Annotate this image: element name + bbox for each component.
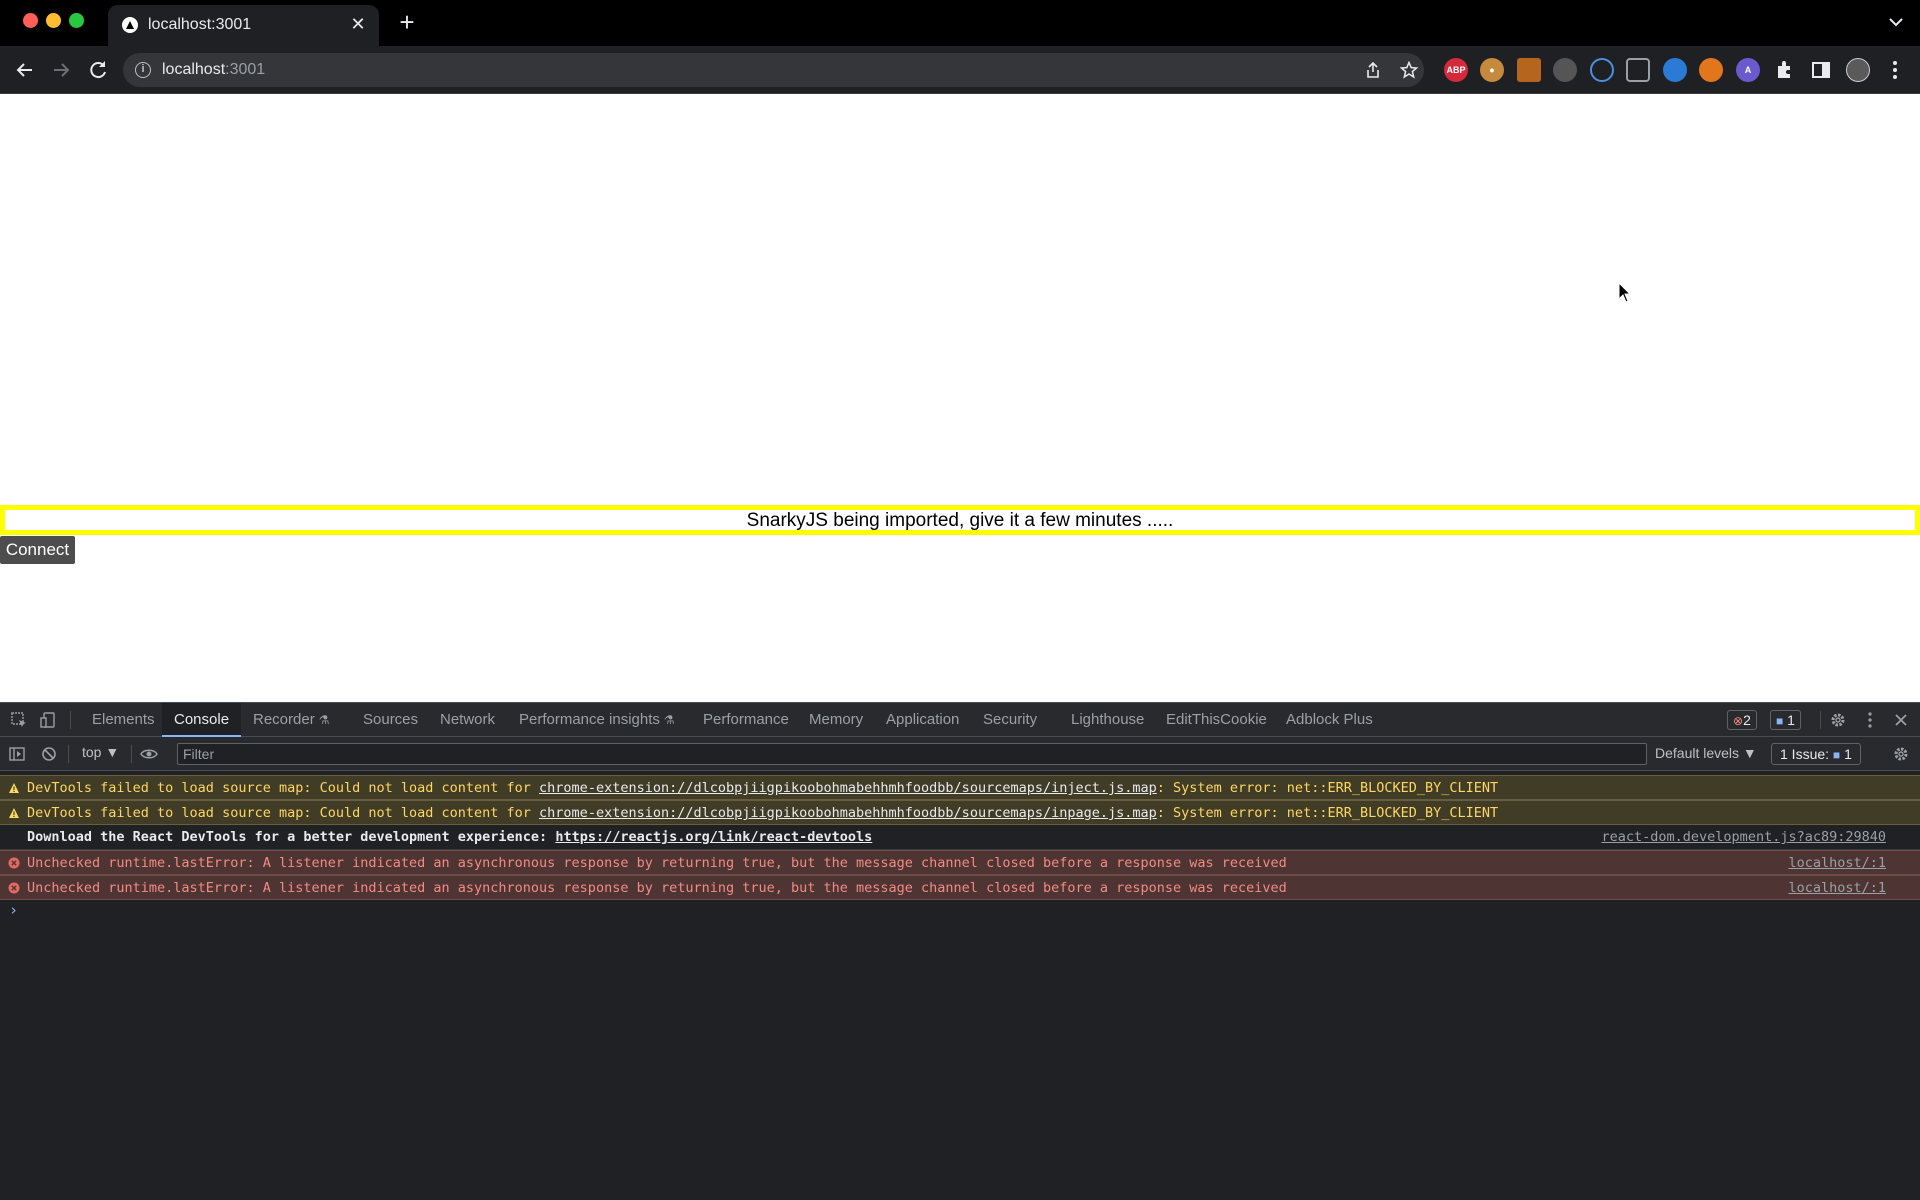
maximize-window-button[interactable] (69, 13, 84, 28)
console-output: DevTools failed to load source map: Coul… (0, 771, 1920, 1200)
side-panel-icon[interactable] (1809, 58, 1833, 82)
profile-avatar[interactable] (1846, 58, 1870, 82)
glasses-extension-icon[interactable] (1626, 58, 1650, 82)
clear-console-icon[interactable] (40, 745, 58, 763)
devtools-tab-bar: Elements Console Recorder ⚗ Sources Netwo… (0, 703, 1920, 737)
warning-icon (9, 808, 19, 818)
console-message-warning: DevTools failed to load source map: Coul… (0, 775, 1920, 800)
browser-tab[interactable]: localhost:3001 ✕ (108, 5, 379, 46)
eye-icon[interactable] (140, 745, 158, 763)
error-icon (8, 882, 20, 894)
issues-button[interactable]: 1 Issue: ■ 1 (1771, 743, 1861, 765)
minimize-window-button[interactable] (46, 13, 61, 28)
reload-icon[interactable] (86, 58, 110, 82)
url-text: localhost:3001 (162, 61, 266, 78)
tab-application[interactable]: Application (874, 703, 971, 737)
beaker-icon: ⚗ (663, 713, 675, 727)
message-icon: ■ (1832, 748, 1841, 762)
source-location-link[interactable]: localhost/:1 (1788, 851, 1886, 875)
error-icon: ⊗ (1733, 714, 1744, 728)
tab-security[interactable]: Security (971, 703, 1049, 737)
page-viewport: SnarkyJS being imported, give it a few m… (0, 94, 1920, 702)
console-settings-gear-icon[interactable] (1892, 745, 1910, 763)
device-toolbar-icon[interactable] (40, 711, 58, 729)
tab-lighthouse[interactable]: Lighthouse (1059, 703, 1156, 737)
gear-icon[interactable] (1829, 711, 1847, 729)
tab-memory[interactable]: Memory (797, 703, 875, 737)
tab-console[interactable]: Console (162, 703, 242, 737)
browser-toolbar: i localhost:3001 ABP ● A (0, 46, 1920, 94)
sourcemap-link[interactable]: chrome-extension://dlcobpjiigpikoobohmab… (539, 780, 1157, 796)
inspect-element-icon[interactable] (10, 711, 28, 729)
triangle-favicon-icon (122, 17, 138, 33)
chevron-down-icon[interactable] (1886, 12, 1906, 32)
log-levels-dropdown[interactable]: Default levels ▼ (1655, 745, 1757, 761)
sidebar-toggle-icon[interactable] (8, 745, 26, 763)
tab-title: localhost:3001 (148, 16, 252, 33)
error-icon (8, 857, 20, 869)
tab-elements[interactable]: Elements (80, 703, 167, 737)
tab-performance-insights[interactable]: Performance insights ⚗ (507, 703, 687, 737)
console-toolbar: top ▼ Filter Default levels ▼ 1 Issue: ■… (0, 737, 1920, 771)
console-filter-input[interactable]: Filter (177, 743, 1647, 765)
tab-editthiscookie[interactable]: EditThisCookie (1154, 703, 1279, 737)
context-selector[interactable]: top ▼ (82, 744, 119, 760)
site-info-icon[interactable]: i (135, 62, 151, 78)
tab-network[interactable]: Network (428, 703, 507, 737)
kebab-menu-icon[interactable] (1861, 711, 1879, 729)
mouse-cursor-icon (1618, 282, 1632, 303)
console-message-error: Unchecked runtime.lastError: A listener … (0, 850, 1920, 875)
source-location-link[interactable]: localhost/:1 (1788, 876, 1886, 900)
status-message-box: SnarkyJS being imported, give it a few m… (0, 505, 1920, 535)
sourcemap-link[interactable]: chrome-extension://dlcobpjiigpikoobohmab… (539, 805, 1157, 821)
status-text: SnarkyJS being imported, give it a few m… (746, 510, 1174, 531)
tab-adblock-plus[interactable]: Adblock Plus (1274, 703, 1385, 737)
address-bar[interactable]: i localhost:3001 (123, 53, 1424, 87)
close-tab-icon[interactable]: ✕ (347, 13, 369, 35)
share-icon[interactable] (1364, 61, 1382, 79)
blue-extension-icon[interactable] (1663, 58, 1687, 82)
auro-wallet-icon[interactable]: A (1736, 58, 1760, 82)
devtools-panel: Elements Console Recorder ⚗ Sources Netwo… (0, 702, 1920, 1200)
console-message-info: Download the React DevTools for a better… (0, 825, 1920, 850)
tab-sources[interactable]: Sources (351, 703, 430, 737)
message-icon: ■ (1776, 714, 1784, 728)
close-devtools-icon[interactable] (1892, 711, 1910, 729)
cookie-extension-icon[interactable]: ● (1480, 58, 1504, 82)
arc-extension-icon[interactable] (1590, 58, 1614, 82)
back-arrow-icon[interactable] (13, 58, 37, 82)
connect-button[interactable]: Connect (0, 536, 75, 564)
console-message-warning: DevTools failed to load source map: Coul… (0, 800, 1920, 825)
react-devtools-link[interactable]: https://reactjs.org/link/react-devtools (555, 829, 872, 845)
tab-strip: localhost:3001 ✕ + (0, 0, 1920, 46)
console-prompt[interactable]: › (9, 901, 18, 919)
more-menu-icon[interactable] (1883, 58, 1907, 82)
forward-arrow-icon[interactable] (49, 58, 73, 82)
filter-placeholder: Filter (183, 746, 215, 762)
source-location-link[interactable]: react-dom.development.js?ac89:29840 (1602, 825, 1886, 849)
adblock-plus-extension-icon[interactable]: ABP (1444, 58, 1468, 82)
beaker-icon: ⚗ (318, 713, 330, 727)
message-count-badge[interactable]: ■ 1 (1770, 710, 1801, 730)
editthiscookie-extension-icon[interactable] (1517, 58, 1541, 82)
warning-icon (9, 783, 19, 793)
tab-recorder[interactable]: Recorder ⚗ (241, 703, 341, 737)
close-window-button[interactable] (23, 13, 38, 28)
puzzle-extensions-icon[interactable] (1773, 58, 1797, 82)
bookmark-star-icon[interactable] (1400, 61, 1418, 79)
error-count-badge[interactable]: ⊗2 (1727, 710, 1757, 730)
metamask-fox-icon[interactable] (1699, 58, 1723, 82)
new-tab-button[interactable]: + (394, 9, 420, 35)
extension-icon[interactable] (1553, 58, 1577, 82)
tab-performance[interactable]: Performance (691, 703, 801, 737)
console-message-error: Unchecked runtime.lastError: A listener … (0, 875, 1920, 900)
